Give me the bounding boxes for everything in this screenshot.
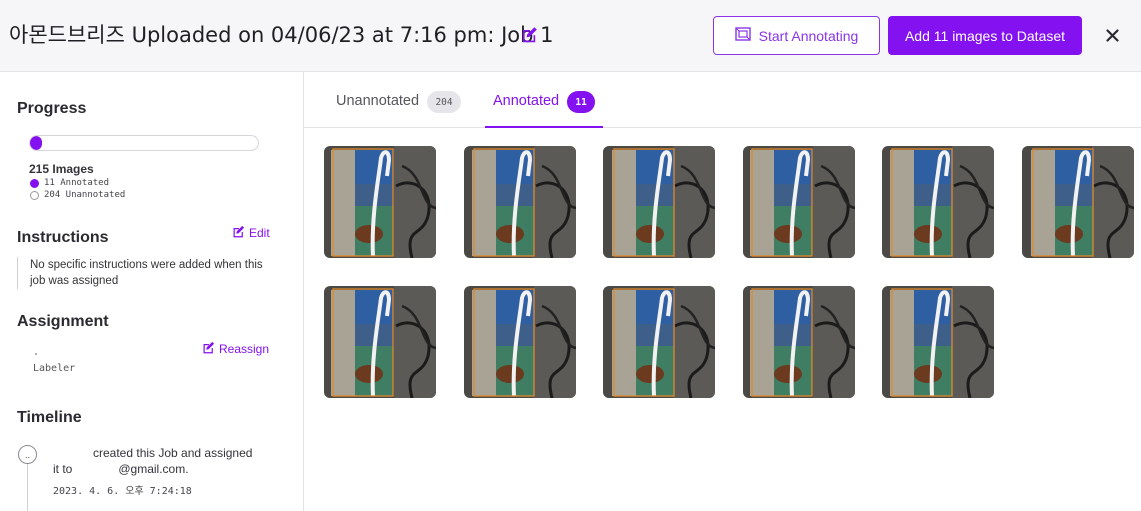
page-header: 아몬드브리즈 Uploaded on 04/06/23 at 7:16 pm: …	[0, 0, 1141, 72]
start-annotating-label: Start Annotating	[758, 27, 859, 44]
tab-unannotated[interactable]: Unannotated 204	[336, 91, 462, 128]
image-thumbnail[interactable]	[882, 146, 994, 258]
avatar-icon: ..	[18, 445, 37, 464]
job-title: 아몬드브리즈 Uploaded on 04/06/23 at 7:16 pm: …	[9, 23, 554, 47]
close-icon[interactable]	[1101, 24, 1123, 46]
assignee-avatar	[35, 353, 37, 355]
assignment-title: Assignment	[17, 313, 109, 330]
unannotated-dot	[30, 190, 39, 200]
timeline-title: Timeline	[17, 409, 82, 426]
reassign-button[interactable]: Reassign	[202, 341, 269, 357]
instructions-text: No specific instructions were added when…	[17, 257, 277, 289]
image-thumbnail[interactable]	[1022, 146, 1134, 258]
tab-annotated[interactable]: Annotated 11	[485, 91, 604, 128]
image-thumbnail[interactable]	[464, 146, 576, 258]
progress-title: Progress	[17, 100, 87, 117]
images-count: 215 Images	[29, 162, 94, 176]
image-thumbnail[interactable]	[324, 146, 436, 258]
image-tabs: Unannotated 204 Annotated 11	[304, 72, 1141, 128]
annotated-count: 11 Annotated	[44, 178, 110, 188]
image-thumbnail[interactable]	[464, 286, 576, 398]
frame-icon	[734, 27, 751, 44]
assignee-role: Labeler	[33, 363, 76, 374]
legend-annotated: 11 Annotated	[30, 178, 109, 188]
add-to-dataset-button[interactable]: Add 11 images to Dataset	[888, 16, 1082, 55]
start-annotating-button[interactable]: Start Annotating	[713, 16, 880, 55]
timeline-line	[27, 456, 28, 511]
edit-instructions-button[interactable]: Edit	[232, 225, 270, 241]
pencil-square-icon	[232, 225, 245, 241]
legend-unannotated: 204 Unannotated	[30, 190, 125, 200]
progress-bar	[29, 135, 259, 151]
image-thumbnail[interactable]	[743, 146, 855, 258]
image-thumbnail[interactable]	[603, 286, 715, 398]
image-thumbnail[interactable]	[324, 286, 436, 398]
timeline-timestamp: 2023. 4. 6. 오후 7:24:18	[53, 486, 192, 497]
image-thumbnail[interactable]	[603, 146, 715, 258]
unannotated-badge: 204	[427, 91, 462, 113]
image-thumbnail[interactable]	[743, 286, 855, 398]
timeline-event-line1: created this Job and assigned	[93, 446, 253, 460]
pencil-square-icon	[202, 341, 215, 357]
instructions-title: Instructions	[17, 229, 109, 246]
edit-label: Edit	[249, 226, 270, 240]
pencil-square-icon[interactable]	[521, 26, 538, 43]
progress-fill	[30, 136, 42, 150]
unannotated-count: 204 Unannotated	[44, 190, 126, 200]
tab-unannotated-label: Unannotated	[336, 93, 420, 109]
annotated-dot	[30, 178, 39, 188]
image-thumbnail[interactable]	[882, 286, 994, 398]
timeline-event: created this Job and assigned it to @gmai…	[53, 445, 278, 477]
timeline-event-line2: it to @gmail.com.	[53, 461, 278, 477]
timeline-event-email: @gmail.com.	[118, 462, 189, 476]
timeline-event-prefix: it to	[53, 462, 73, 476]
reassign-label: Reassign	[219, 342, 270, 356]
job-sidebar: Progress 215 Images 11 Annotated 204 Una…	[0, 72, 304, 511]
tab-annotated-label: Annotated	[493, 93, 560, 109]
annotated-badge: 11	[567, 91, 596, 113]
